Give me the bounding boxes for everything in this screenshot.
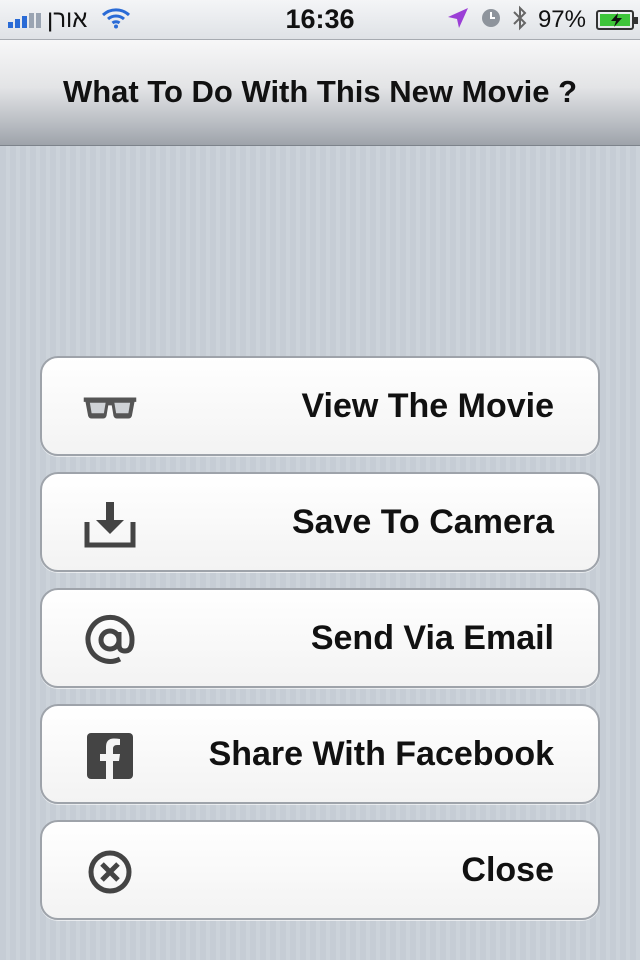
share-facebook-button[interactable]: Share With Facebook [40, 704, 600, 804]
title-bar: What To Do With This New Movie ? [0, 40, 640, 146]
status-bar: אורן 16:36 97% [0, 0, 640, 40]
alarm-clock-icon [480, 7, 502, 34]
signal-strength-icon [8, 12, 41, 28]
close-button[interactable]: Close [40, 820, 600, 920]
share-facebook-label: Share With Facebook [208, 735, 554, 773]
page-title: What To Do With This New Movie ? [62, 74, 578, 109]
view-movie-button[interactable]: View The Movie [40, 356, 600, 456]
action-list: View The Movie Save To Camera Send Via E… [40, 356, 600, 936]
save-to-camera-button[interactable]: Save To Camera [40, 472, 600, 572]
status-left: אורן [8, 6, 131, 34]
location-arrow-icon [446, 6, 470, 35]
glasses-icon [82, 380, 138, 436]
close-circle-icon [82, 844, 138, 900]
download-icon [82, 496, 138, 552]
send-via-email-button[interactable]: Send Via Email [40, 588, 600, 688]
view-movie-label: View The Movie [301, 387, 554, 425]
close-label: Close [461, 851, 554, 889]
battery-percentage: 97% [537, 6, 586, 33]
status-right: 97% [446, 5, 638, 36]
battery-icon [596, 10, 638, 30]
facebook-icon [82, 728, 138, 784]
bluetooth-icon [512, 5, 528, 36]
send-via-email-label: Send Via Email [310, 619, 554, 657]
wifi-icon [101, 7, 131, 34]
at-sign-icon [82, 612, 138, 668]
carrier-name: אורן [47, 6, 88, 33]
save-to-camera-label: Save To Camera [291, 503, 554, 541]
